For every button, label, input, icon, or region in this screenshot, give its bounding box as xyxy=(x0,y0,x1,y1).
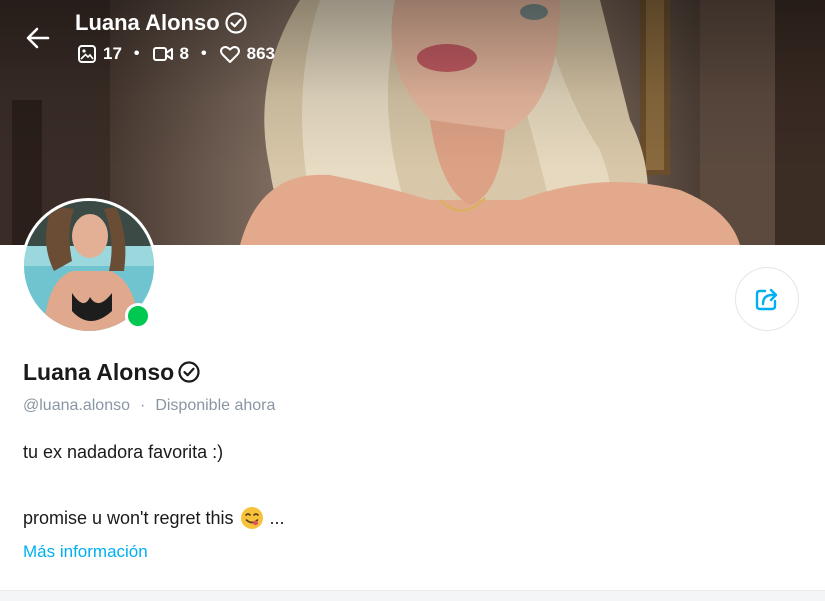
videos-stat[interactable]: 8 xyxy=(152,44,189,64)
image-icon xyxy=(78,45,96,63)
bio-line-1: tu ex nadadora favorita :) xyxy=(23,442,224,462)
profile-handle: @luana.alonso xyxy=(23,397,130,414)
likes-count: 863 xyxy=(246,44,275,63)
more-info-link[interactable]: Más información xyxy=(23,542,148,562)
video-icon xyxy=(152,47,173,61)
share-icon xyxy=(755,288,778,311)
videos-count: 8 xyxy=(179,44,189,63)
bio-line-2-text: promise u won't regret this xyxy=(23,508,234,528)
stat-separator: • xyxy=(201,45,207,62)
face-savoring-food-icon xyxy=(240,507,263,529)
share-button[interactable] xyxy=(735,267,799,331)
stat-separator: • xyxy=(133,45,140,62)
meta-separator: · xyxy=(139,397,146,414)
photos-stat[interactable]: 17 xyxy=(77,44,122,64)
arrow-left-icon xyxy=(26,27,50,49)
header-stats: 17 • 8 • 863 xyxy=(77,42,275,66)
availability-status: Disponible ahora xyxy=(155,397,276,414)
header-title: Luana Alonso xyxy=(75,8,248,38)
verified-badge-icon xyxy=(178,361,200,383)
likes-stat[interactable]: 863 xyxy=(219,44,275,64)
bio-ellipsis: ... xyxy=(269,508,285,528)
profile-name-text: Luana Alonso xyxy=(23,358,175,385)
verified-badge-icon xyxy=(225,12,247,34)
heart-icon xyxy=(219,46,240,63)
header-name: Luana Alonso xyxy=(75,10,220,35)
bio: tu ex nadadora favorita :) promise u won… xyxy=(23,438,723,529)
section-divider xyxy=(0,590,825,601)
online-status-indicator xyxy=(125,303,151,329)
back-button[interactable] xyxy=(22,22,54,54)
profile-meta: @luana.alonso · Disponible ahora xyxy=(23,395,275,417)
bio-line-2: promise u won't regret this ... xyxy=(23,504,285,532)
photos-count: 17 xyxy=(103,44,122,63)
profile-name: Luana Alonso xyxy=(23,357,201,387)
